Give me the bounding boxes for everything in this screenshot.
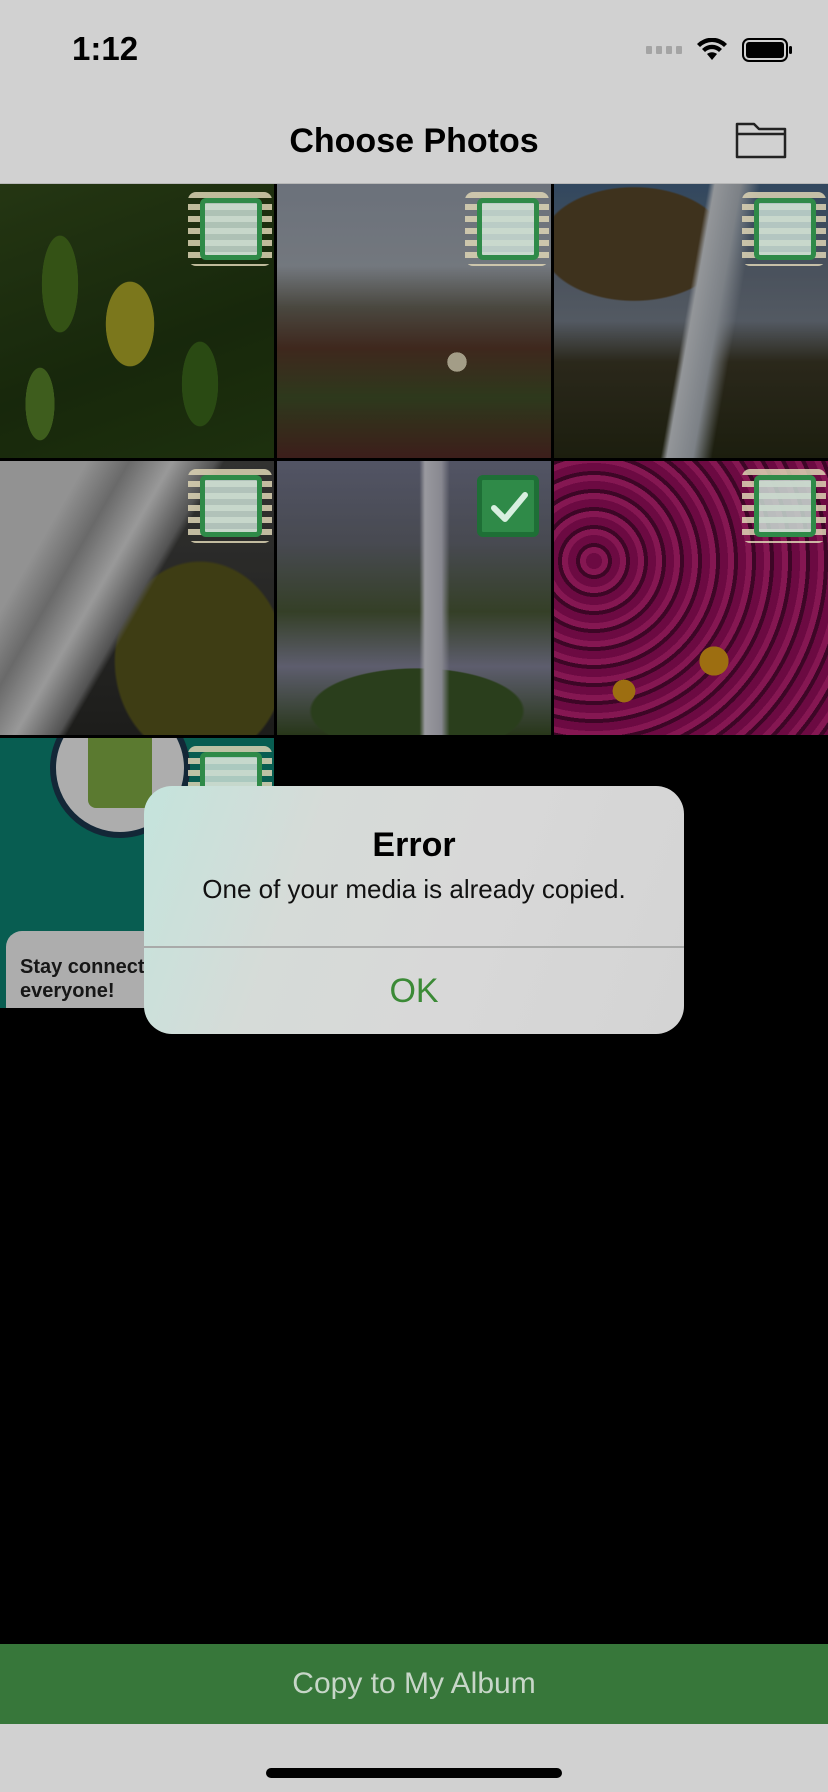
wifi-icon	[697, 38, 727, 60]
navigation-bar: Choose Photos	[0, 94, 828, 184]
home-indicator[interactable]	[266, 1768, 562, 1778]
alert-ok-button[interactable]: OK	[144, 948, 684, 1034]
status-time: 1:12	[72, 30, 139, 67]
select-checkbox[interactable]	[754, 475, 816, 537]
error-alert-dialog: Error One of your media is already copie…	[144, 786, 684, 1034]
page-title: Choose Photos	[289, 122, 539, 160]
alert-message: One of your media is already copied.	[202, 874, 626, 904]
alert-title: Error	[372, 826, 456, 864]
photo-cell-2[interactable]	[277, 184, 551, 458]
status-bar: 1:12	[0, 0, 828, 94]
select-checkbox[interactable]	[754, 198, 816, 260]
copy-to-album-button[interactable]: Copy to My Album	[0, 1644, 828, 1724]
cellular-signal-icon	[646, 46, 682, 54]
photo-cell-6[interactable]	[554, 461, 828, 735]
status-icons	[646, 36, 794, 64]
select-checkbox[interactable]	[200, 475, 262, 537]
select-checkbox[interactable]	[477, 198, 539, 260]
photo-picker-screen: 1:12 Choose Photos Stay connected everyo…	[0, 0, 828, 1792]
checkmark-icon	[491, 492, 528, 522]
folder-icon	[735, 122, 787, 159]
photo-cell-3[interactable]	[554, 184, 828, 458]
home-indicator-area	[0, 1724, 828, 1792]
photo-cell-4[interactable]	[0, 461, 274, 735]
select-checkbox-checked[interactable]	[477, 475, 539, 537]
photo-cell-5[interactable]	[277, 461, 551, 735]
folder-button[interactable]	[734, 118, 788, 160]
select-checkbox[interactable]	[200, 198, 262, 260]
battery-icon	[742, 38, 792, 62]
photo-cell-1[interactable]	[0, 184, 274, 458]
